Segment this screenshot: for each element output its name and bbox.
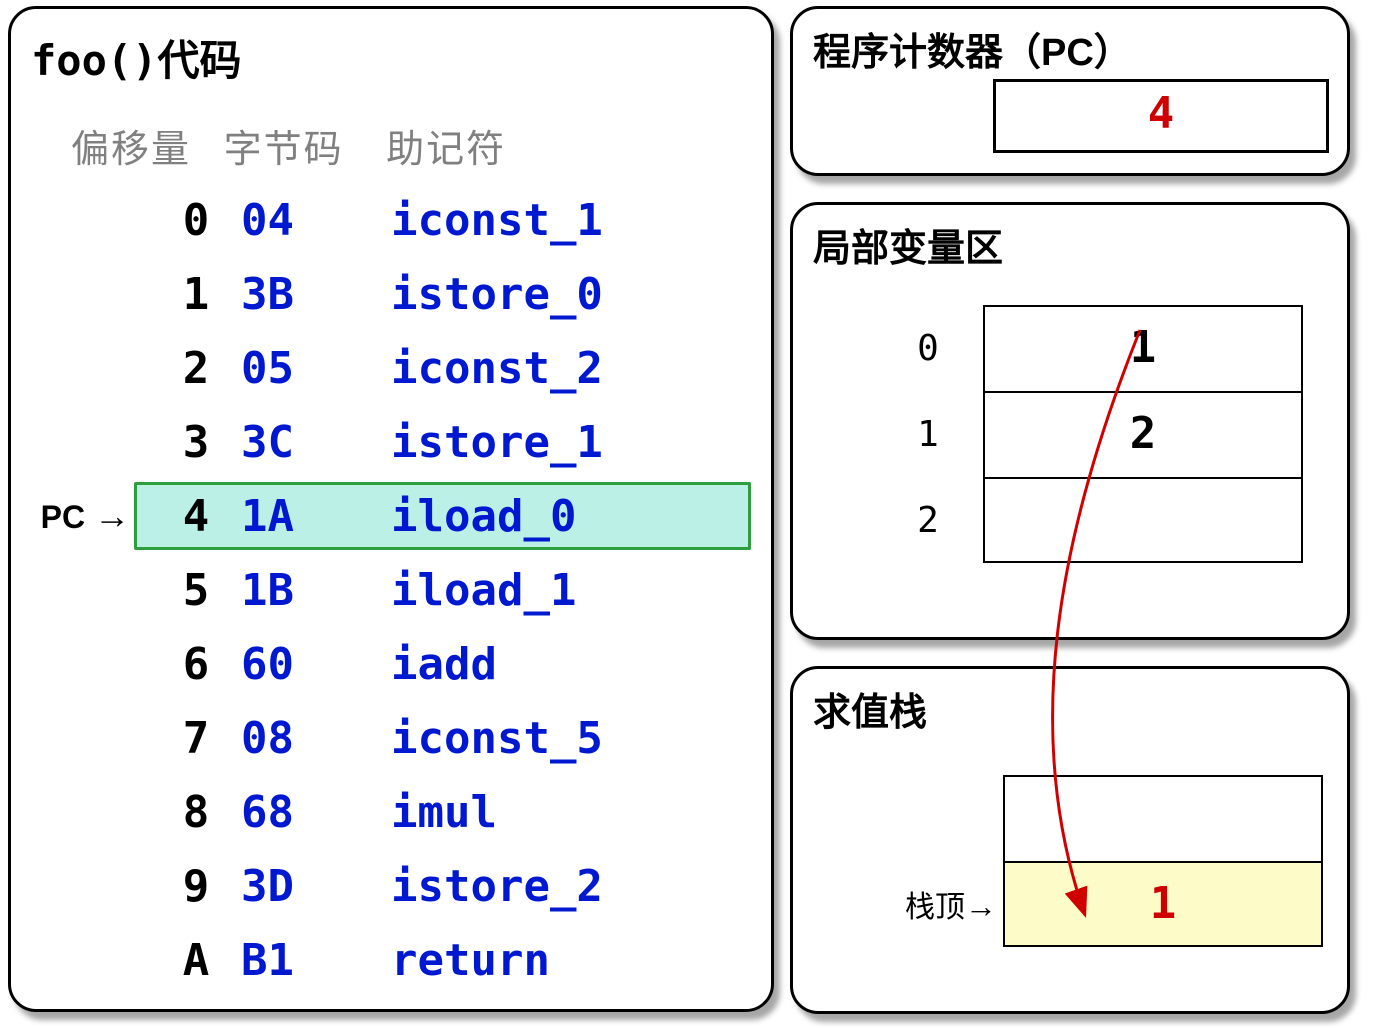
code-byte: 3B	[241, 269, 391, 320]
code-offset: 8	[151, 787, 241, 838]
code-cells: 708iconst_5	[134, 704, 751, 772]
locals-panel: 局部变量区 01122	[790, 202, 1350, 640]
locals-index: 2	[873, 500, 983, 541]
code-cells: 004iconst_1	[134, 186, 751, 254]
locals-row: 12	[873, 391, 1303, 477]
stack-row: 栈顶→1	[853, 861, 1323, 947]
locals-row: 01	[873, 305, 1303, 391]
code-panel: foo()代码 偏移量 字节码 助记符 004iconst_113Bistore…	[8, 6, 774, 1012]
header-offset: 偏移量	[71, 118, 211, 173]
code-mnemonic: istore_0	[391, 269, 603, 320]
locals-value: 2	[983, 391, 1303, 477]
code-cells: AB1return	[134, 926, 751, 994]
code-offset: 2	[151, 343, 241, 394]
code-offset: 6	[151, 639, 241, 690]
code-mnemonic: iconst_1	[391, 195, 603, 246]
code-mnemonic: iload_0	[391, 491, 576, 542]
locals-panel-title: 局部变量区	[813, 217, 1327, 272]
code-mnemonic: iadd	[391, 639, 497, 690]
pc-pointer: PC →	[36, 495, 134, 537]
pc-value: 4	[993, 79, 1329, 153]
code-offset: 1	[151, 269, 241, 320]
pc-panel: 程序计数器（PC） 4	[790, 6, 1350, 176]
code-rows: 004iconst_113Bistore_0205iconst_233Cisto…	[31, 183, 751, 997]
code-offset: A	[151, 935, 241, 986]
code-byte: 3D	[241, 861, 391, 912]
stack-row	[853, 775, 1323, 861]
code-row: 51Biload_1	[36, 553, 751, 627]
code-row: PC →41Aiload_0	[36, 479, 751, 553]
locals-row: 2	[873, 477, 1303, 563]
stack-panel-title: 求值栈	[813, 681, 1327, 736]
code-cells: 13Bistore_0	[134, 260, 751, 328]
code-row: 33Cistore_1	[36, 405, 751, 479]
code-mnemonic: iconst_2	[391, 343, 603, 394]
code-byte: 3C	[241, 417, 391, 468]
code-byte: B1	[241, 935, 391, 986]
code-byte: 05	[241, 343, 391, 394]
code-mnemonic: return	[391, 935, 550, 986]
code-func-name: foo()	[31, 36, 157, 85]
code-mnemonic: iload_1	[391, 565, 576, 616]
code-offset: 5	[151, 565, 241, 616]
code-byte: 68	[241, 787, 391, 838]
code-cells: 868imul	[134, 778, 751, 846]
stack-panel: 求值栈 栈顶→1	[790, 666, 1350, 1014]
code-title-suffix: 代码	[157, 37, 241, 84]
stack-value	[1003, 775, 1323, 861]
stack-top-text: 栈顶	[905, 891, 965, 924]
code-row: 205iconst_2	[36, 331, 751, 405]
code-cells: 93Distore_2	[134, 852, 751, 920]
code-row: AB1return	[36, 923, 751, 997]
code-mnemonic: imul	[391, 787, 497, 838]
code-row: 660iadd	[36, 627, 751, 701]
pc-panel-title: 程序计数器（PC）	[813, 21, 1327, 76]
code-offset: 7	[151, 713, 241, 764]
locals-index: 0	[873, 328, 983, 369]
code-cells: 205iconst_2	[134, 334, 751, 402]
code-cells: 660iadd	[134, 630, 751, 698]
code-row: 868imul	[36, 775, 751, 849]
code-row: 708iconst_5	[36, 701, 751, 775]
code-cells: 33Cistore_1	[134, 408, 751, 476]
stack-table: 栈顶→1	[853, 775, 1323, 947]
code-mnemonic: iconst_5	[391, 713, 603, 764]
code-offset: 3	[151, 417, 241, 468]
code-byte: 04	[241, 195, 391, 246]
code-byte: 08	[241, 713, 391, 764]
arrow-right-icon: →	[94, 495, 130, 536]
header-mnemonic: 助记符	[386, 118, 506, 173]
code-mnemonic: istore_1	[391, 417, 603, 468]
stack-value: 1	[1003, 861, 1323, 947]
code-row: 93Distore_2	[36, 849, 751, 923]
code-offset: 4	[151, 491, 241, 542]
code-offset: 0	[151, 195, 241, 246]
code-row: 004iconst_1	[36, 183, 751, 257]
pc-label: PC	[41, 499, 85, 535]
code-row: 13Bistore_0	[36, 257, 751, 331]
code-column-headers: 偏移量 字节码 助记符	[31, 118, 751, 173]
locals-value: 1	[983, 305, 1303, 391]
code-byte: 60	[241, 639, 391, 690]
arrow-right-icon: →	[965, 888, 997, 924]
code-mnemonic: istore_2	[391, 861, 603, 912]
code-cells: 51Biload_1	[134, 556, 751, 624]
code-cells: 41Aiload_0	[134, 482, 751, 550]
header-bytecode: 字节码	[224, 118, 374, 173]
code-offset: 9	[151, 861, 241, 912]
stack-label: 栈顶→	[853, 882, 1003, 926]
locals-value	[983, 477, 1303, 563]
code-panel-title: foo()代码	[31, 27, 751, 88]
locals-table: 01122	[873, 305, 1303, 563]
code-byte: 1B	[241, 565, 391, 616]
locals-index: 1	[873, 414, 983, 455]
code-byte: 1A	[241, 491, 391, 542]
